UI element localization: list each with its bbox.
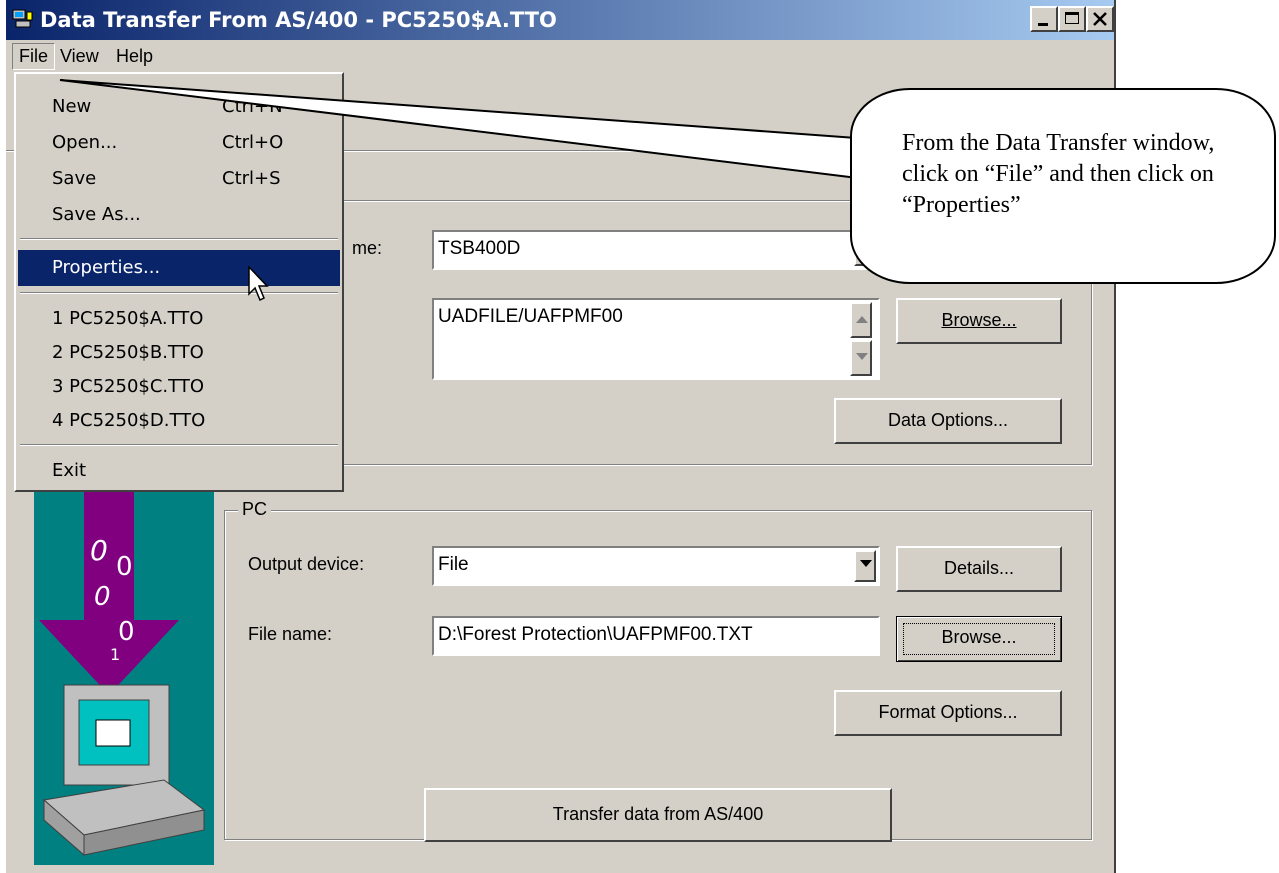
callout-text: From the Data Transfer window, click on …	[902, 130, 1215, 218]
callout-bubble: From the Data Transfer window, click on …	[850, 88, 1276, 284]
mouse-cursor-icon	[248, 266, 269, 302]
